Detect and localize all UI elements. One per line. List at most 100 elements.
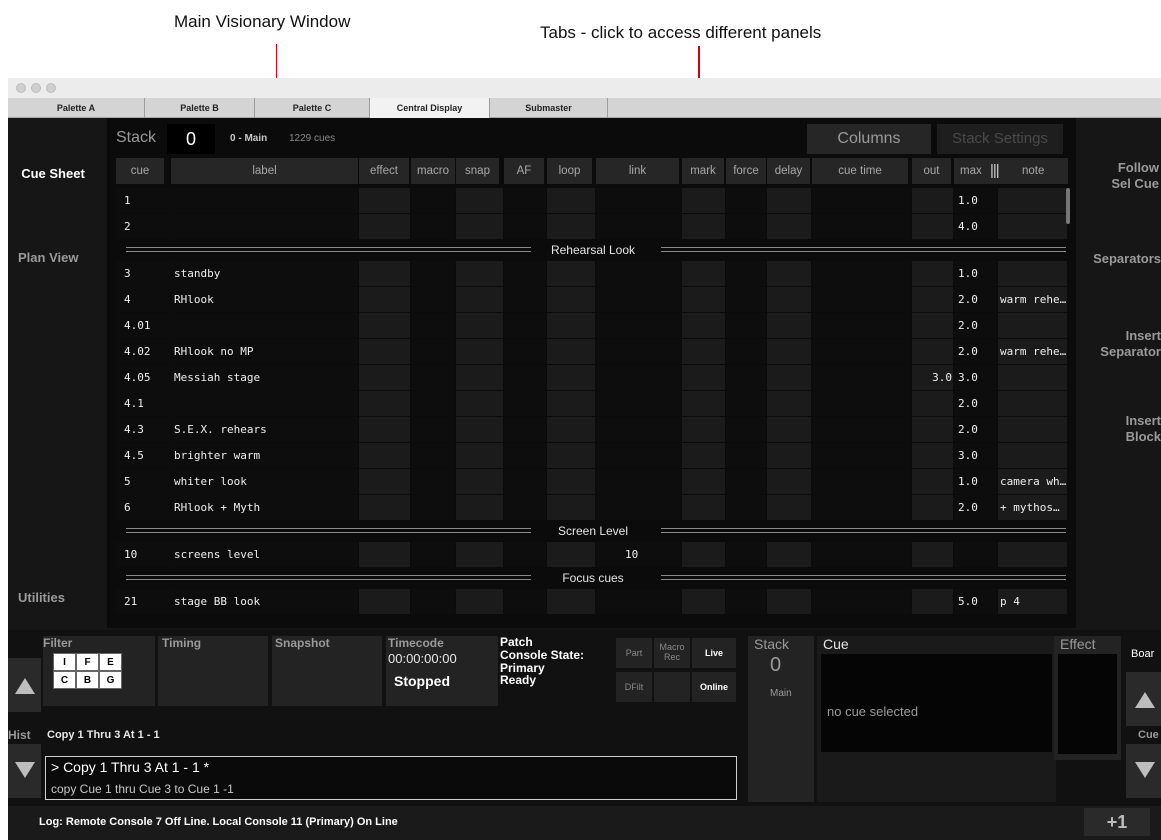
tab-palette-b[interactable]: Palette B [145, 98, 255, 118]
cell-link[interactable] [596, 443, 681, 468]
cell-macro[interactable] [411, 214, 455, 239]
cell-link[interactable] [596, 214, 681, 239]
cell-snap[interactable] [456, 188, 503, 213]
cell-cuetime[interactable] [812, 391, 911, 416]
separator-row[interactable]: Focus cues [116, 568, 1076, 588]
stack-settings-button[interactable]: Stack Settings [937, 124, 1063, 154]
cue-row[interactable]: 3 standby 1.0 [8, 261, 1076, 287]
cell-macro[interactable] [411, 287, 455, 312]
cell-af[interactable] [504, 214, 546, 239]
history-up-button[interactable] [8, 658, 41, 712]
cell-snap[interactable] [456, 495, 503, 520]
cell-cuetime[interactable] [812, 469, 911, 494]
column-resize-handle[interactable]: ||| [990, 158, 1000, 184]
cell-loop[interactable] [547, 391, 595, 416]
cell-link[interactable] [596, 391, 681, 416]
cell-note[interactable] [998, 443, 1067, 468]
cell-note[interactable] [998, 188, 1067, 213]
cell-force[interactable] [726, 188, 766, 213]
cell-out[interactable] [912, 542, 953, 567]
cell-out[interactable] [912, 214, 953, 239]
cell-effect[interactable] [359, 443, 410, 468]
cue-row[interactable]: 1 1.0 [8, 188, 1076, 214]
cell-macro[interactable] [411, 261, 455, 286]
cell-out[interactable] [912, 339, 953, 364]
cell-out[interactable] [912, 495, 953, 520]
cell-mark[interactable] [682, 365, 725, 390]
cue-row[interactable]: 5 whiter look 1.0 camera wh… [8, 469, 1076, 495]
cell-cuetime[interactable] [812, 443, 911, 468]
cell-out[interactable] [912, 287, 953, 312]
cell-cuetime[interactable] [812, 417, 911, 442]
cell-force[interactable] [726, 313, 766, 338]
cell-mark[interactable] [682, 261, 725, 286]
cell-label[interactable] [171, 214, 358, 239]
cell-delay[interactable] [767, 365, 811, 390]
cell-loop[interactable] [547, 469, 595, 494]
cell-snap[interactable] [456, 391, 503, 416]
filter-i[interactable]: I [53, 653, 76, 671]
cell-effect[interactable] [359, 188, 410, 213]
cell-snap[interactable] [456, 313, 503, 338]
cell-cuetime[interactable] [812, 339, 911, 364]
cell-delay[interactable] [767, 214, 811, 239]
cell-macro[interactable] [411, 495, 455, 520]
cell-effect[interactable] [359, 365, 410, 390]
filter-f[interactable]: F [76, 653, 99, 671]
cell-mark[interactable] [682, 469, 725, 494]
cue-sheet-nav[interactable]: Cue Sheet [12, 166, 94, 182]
cell-force[interactable] [726, 287, 766, 312]
filter-c[interactable]: C [53, 671, 76, 689]
col-header-cue[interactable]: cue [116, 158, 164, 184]
plus-one-button[interactable]: +1 [1084, 808, 1150, 836]
cell-effect[interactable] [359, 589, 410, 614]
stack-number-field[interactable]: 0 [167, 124, 215, 154]
cell-effect[interactable] [359, 261, 410, 286]
cell-out[interactable] [912, 469, 953, 494]
cell-macro[interactable] [411, 339, 455, 364]
col-header-effect[interactable]: effect [359, 158, 409, 184]
cell-cuetime[interactable] [812, 589, 911, 614]
cell-cuetime[interactable] [812, 188, 911, 213]
cell-macro[interactable] [411, 313, 455, 338]
command-line-box[interactable]: > Copy 1 Thru 3 At 1 - 1 * copy Cue 1 th… [45, 756, 737, 800]
cell-delay[interactable] [767, 542, 811, 567]
cell-delay[interactable] [767, 589, 811, 614]
command-line-input[interactable]: > Copy 1 Thru 3 At 1 - 1 * [51, 759, 209, 775]
cell-macro[interactable] [411, 469, 455, 494]
cell-loop[interactable] [547, 495, 595, 520]
cell-af[interactable] [504, 443, 546, 468]
cell-force[interactable] [726, 542, 766, 567]
cell-loop[interactable] [547, 339, 595, 364]
cell-delay[interactable] [767, 443, 811, 468]
cue-row[interactable]: 4.01 2.0 [8, 313, 1076, 339]
cell-loop[interactable] [547, 313, 595, 338]
filter-b[interactable]: B [76, 671, 99, 689]
filter-g[interactable]: G [99, 671, 122, 689]
cell-af[interactable] [504, 313, 546, 338]
cell-af[interactable] [504, 542, 546, 567]
cell-cuetime[interactable] [812, 287, 911, 312]
dfilt-button[interactable]: DFilt [616, 672, 652, 702]
cell-note[interactable] [998, 391, 1067, 416]
cell-af[interactable] [504, 469, 546, 494]
cell-delay[interactable] [767, 287, 811, 312]
cell-mark[interactable] [682, 443, 725, 468]
cell-cuetime[interactable] [812, 365, 911, 390]
insert-separator-button[interactable]: Insert Separator [1070, 328, 1161, 360]
cell-af[interactable] [504, 287, 546, 312]
cell-out[interactable] [912, 313, 953, 338]
filter-e[interactable]: E [99, 653, 122, 671]
tab-central-display[interactable]: Central Display [370, 98, 490, 118]
cell-mark[interactable] [682, 287, 725, 312]
close-window-button[interactable] [16, 83, 26, 93]
cell-force[interactable] [726, 339, 766, 364]
col-header-out[interactable]: out [912, 158, 951, 184]
col-header-macro[interactable]: macro [411, 158, 455, 184]
cell-mark[interactable] [682, 188, 725, 213]
cell-macro[interactable] [411, 417, 455, 442]
minimize-window-button[interactable] [31, 83, 41, 93]
tab-palette-a[interactable]: Palette A [8, 98, 145, 118]
cell-out[interactable] [912, 443, 953, 468]
cell-out[interactable] [912, 589, 953, 614]
